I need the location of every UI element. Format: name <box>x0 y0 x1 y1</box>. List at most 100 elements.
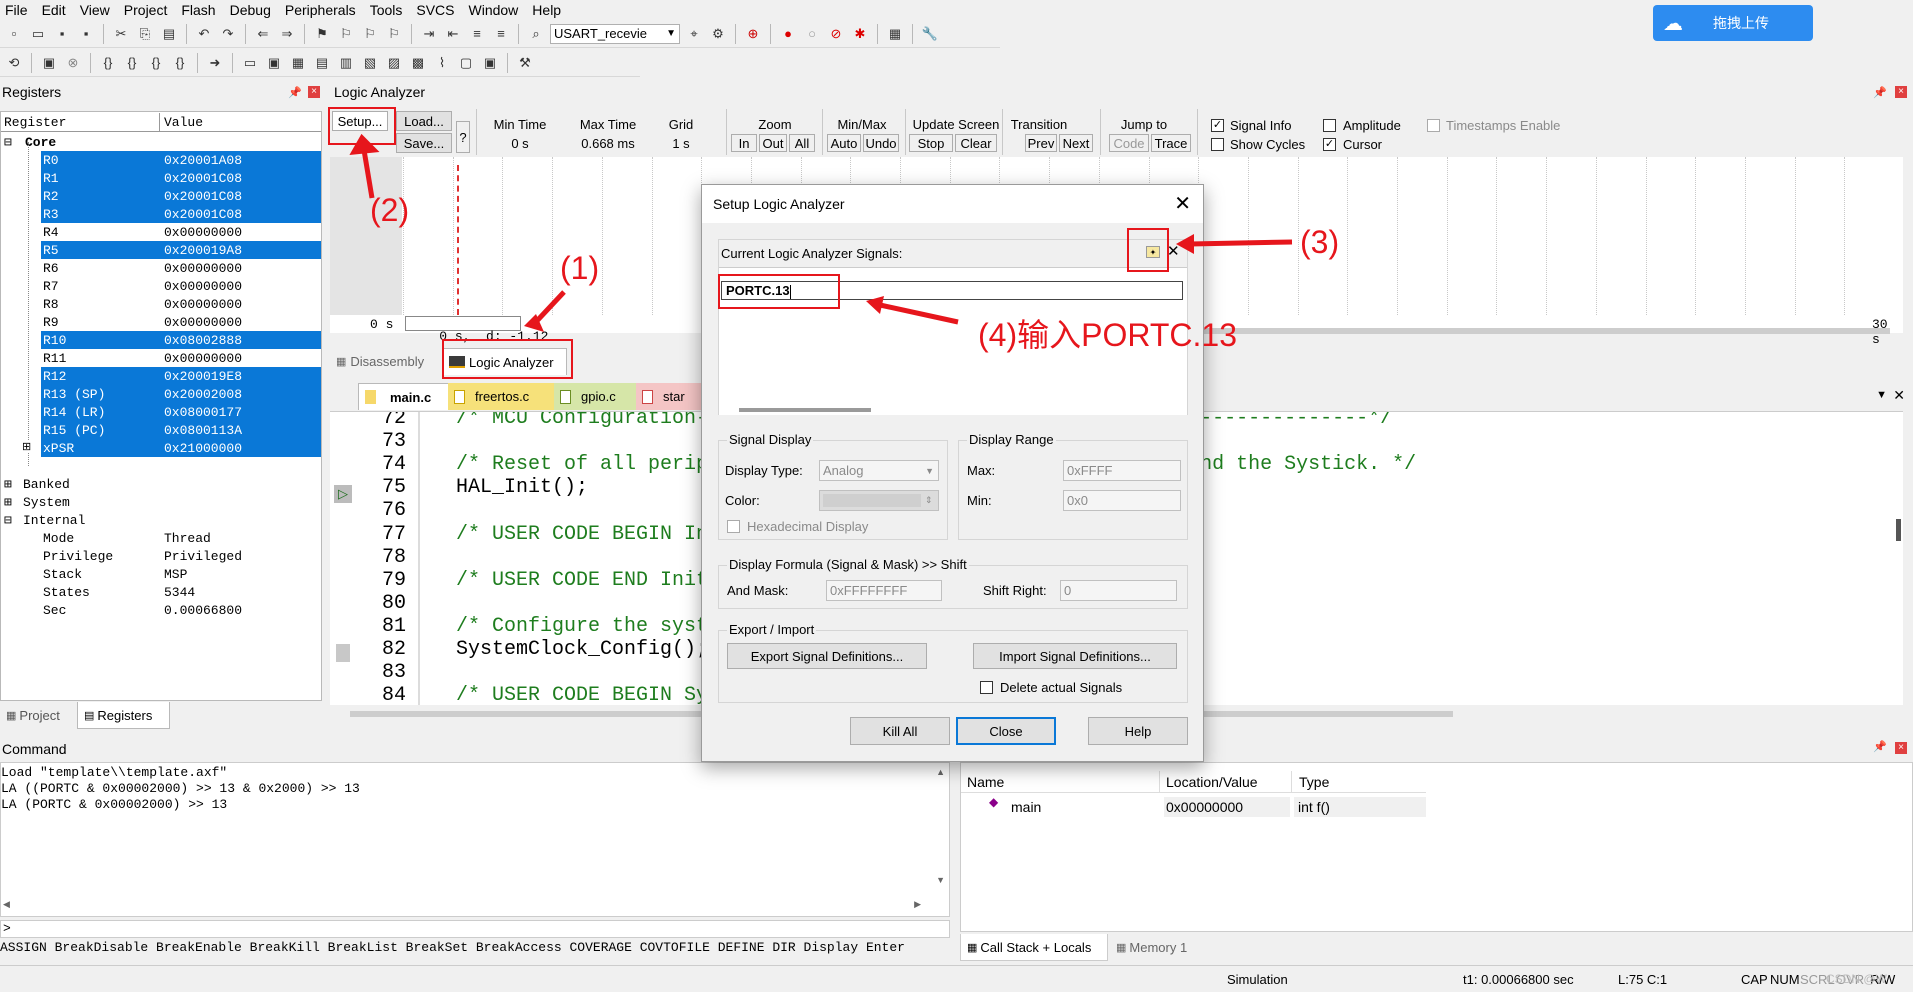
vertical-scrollbar-thumb[interactable] <box>1896 519 1901 541</box>
bookmark-prev-icon[interactable]: ⚐ <box>336 24 356 44</box>
breakpoint-kill-icon[interactable]: ✱ <box>850 24 870 44</box>
register-group[interactable]: ⊞ System <box>1 493 321 511</box>
register-row[interactable]: R0 0x20001A08 <box>41 151 321 169</box>
nav-forward-icon[interactable]: ⇒ <box>277 24 297 44</box>
menu-item[interactable]: Tools <box>365 2 412 18</box>
close-icon[interactable]: × <box>1895 86 1907 98</box>
scroll-right-icon[interactable]: ▶ <box>914 899 921 910</box>
wrench-icon[interactable]: 🔧 <box>920 24 940 44</box>
system-viewer-icon[interactable]: ▣ <box>480 53 500 73</box>
menu-item[interactable]: Edit <box>37 2 75 18</box>
max-input[interactable]: 0xFFFF <box>1063 460 1181 481</box>
code-line[interactable]: HAL_Init(); <box>456 476 588 499</box>
paste-icon[interactable]: ▤ <box>159 24 179 44</box>
code-button[interactable]: Code <box>1109 134 1149 152</box>
internal-row[interactable]: Stack MSP <box>41 565 321 583</box>
step-over-icon[interactable]: {} <box>122 53 142 73</box>
register-group[interactable]: ⊞ Banked <box>1 475 321 493</box>
uncomment-icon[interactable]: ≡ <box>491 24 511 44</box>
menu-item[interactable]: View <box>75 2 119 18</box>
save-all-icon[interactable]: ▪ <box>76 24 96 44</box>
save-button[interactable]: Save... <box>396 133 452 153</box>
register-row[interactable]: R8 0x00000000 <box>41 295 321 313</box>
symbols-window-icon[interactable]: ▦ <box>288 53 308 73</box>
bookmark-icon[interactable]: ⚑ <box>312 24 332 44</box>
menu-item[interactable]: Peripherals <box>280 2 365 18</box>
redo-icon[interactable]: ↷ <box>218 24 238 44</box>
scroll-down-icon[interactable]: ▼ <box>936 875 945 885</box>
cursor-checkbox[interactable]: ✓ <box>1323 138 1336 151</box>
breakpoint-insert-icon[interactable]: ● <box>778 24 798 44</box>
tab-gpio-c[interactable]: gpio.c <box>554 383 642 410</box>
display-type-select[interactable]: Analog ▼ <box>819 460 939 481</box>
tab-project[interactable]: ▦ Project <box>0 702 75 729</box>
command-input[interactable]: > <box>0 920 950 938</box>
delete-actual-checkbox[interactable] <box>980 681 993 694</box>
step-in-icon[interactable]: {} <box>98 53 118 73</box>
export-button[interactable]: Export Signal Definitions... <box>727 643 927 669</box>
callstack-row[interactable]: ◆ main 0x00000000 int f() <box>961 795 1426 817</box>
tab-memory-1[interactable]: ▦ Memory 1 <box>1110 934 1202 961</box>
show-next-statement-icon[interactable]: ➜ <box>205 53 225 73</box>
close-icon[interactable]: ✕ <box>1174 191 1191 216</box>
register-row[interactable]: R9 0x00000000 <box>41 313 321 331</box>
internal-row[interactable]: Sec 0.00066800 <box>41 601 321 619</box>
group-core[interactable]: ⊟ Core <box>1 133 321 151</box>
signal-info-checkbox[interactable]: ✓ <box>1211 119 1224 132</box>
target-select[interactable]: USART_recevie ▼ <box>550 23 680 44</box>
min-input[interactable]: 0x0 <box>1063 490 1181 511</box>
and-mask-input[interactable]: 0xFFFFFFFF <box>826 580 942 601</box>
open-file-icon[interactable]: ▭ <box>28 24 48 44</box>
save-icon[interactable]: ▪ <box>52 24 72 44</box>
show-cycles-checkbox[interactable] <box>1211 138 1224 151</box>
next-button[interactable]: Next <box>1059 134 1093 152</box>
scroll-up-icon[interactable]: ▲ <box>936 767 945 777</box>
amplitude-checkbox[interactable] <box>1323 119 1336 132</box>
hex-display-checkbox[interactable] <box>727 520 740 533</box>
pin-icon[interactable]: 📌 <box>288 86 302 99</box>
color-select[interactable]: ⇕ <box>819 490 939 511</box>
register-row[interactable]: R14 (LR) 0x08000177 <box>41 403 321 421</box>
register-row[interactable]: R11 0x00000000 <box>41 349 321 367</box>
tab-list-icon[interactable]: ▼ <box>1876 389 1887 401</box>
collapse-icon[interactable]: ⊟ <box>1 513 15 528</box>
pin-icon[interactable]: 📌 <box>1873 740 1887 753</box>
new-file-icon[interactable]: ▫ <box>4 24 24 44</box>
zoom-in-button[interactable]: In <box>731 134 757 152</box>
shift-right-input[interactable]: 0 <box>1060 580 1177 601</box>
register-row[interactable]: R3 0x20001C08 <box>41 205 321 223</box>
unindent-icon[interactable]: ⇤ <box>443 24 463 44</box>
nav-back-icon[interactable]: ⇐ <box>253 24 273 44</box>
stop-icon[interactable]: ⊗ <box>63 53 83 73</box>
register-row[interactable]: R4 0x00000000 <box>41 223 321 241</box>
menu-item[interactable]: Flash <box>176 2 224 18</box>
internal-row[interactable]: Privilege Privileged <box>41 547 321 565</box>
upload-button[interactable]: ☁ 拖拽上传 <box>1653 5 1813 41</box>
menu-item[interactable]: SVCS <box>411 2 463 18</box>
analysis-window-icon[interactable]: ⌇ <box>432 53 452 73</box>
scroll-left-icon[interactable]: ◀ <box>3 899 10 910</box>
toolbox-icon[interactable]: ⚒ <box>515 53 535 73</box>
debug-zoom-icon[interactable]: ⊕ <box>743 24 763 44</box>
trace-button[interactable]: Trace <box>1151 134 1191 152</box>
watch-window-icon[interactable]: ▧ <box>360 53 380 73</box>
register-group[interactable]: ⊟ Internal <box>1 511 321 529</box>
reset-icon[interactable]: ⟲ <box>4 53 24 73</box>
register-row[interactable]: R7 0x00000000 <box>41 277 321 295</box>
step-out-icon[interactable]: {} <box>146 53 166 73</box>
tab-freertos-c[interactable]: freertos.c <box>448 383 560 410</box>
collapse-icon[interactable]: ⊟ <box>1 135 15 150</box>
indent-icon[interactable]: ⇥ <box>419 24 439 44</box>
close-icon[interactable]: ✕ <box>1893 387 1905 404</box>
command-window-icon[interactable]: ▭ <box>240 53 260 73</box>
undo-icon[interactable]: ↶ <box>194 24 214 44</box>
find-icon[interactable]: ⌖ <box>684 24 704 44</box>
register-row[interactable]: R15 (PC) 0x0800113A <box>41 421 321 439</box>
register-row[interactable]: R2 0x20001C08 <box>41 187 321 205</box>
stop-button[interactable]: Stop <box>909 134 953 152</box>
kill-all-button[interactable]: Kill All <box>850 717 950 745</box>
signals-list-scrollbar[interactable] <box>739 408 871 412</box>
cut-icon[interactable]: ✂ <box>111 24 131 44</box>
code-line[interactable]: SystemClock_Config(); <box>456 638 708 661</box>
tab-registers[interactable]: ▤ Registers <box>77 702 170 729</box>
